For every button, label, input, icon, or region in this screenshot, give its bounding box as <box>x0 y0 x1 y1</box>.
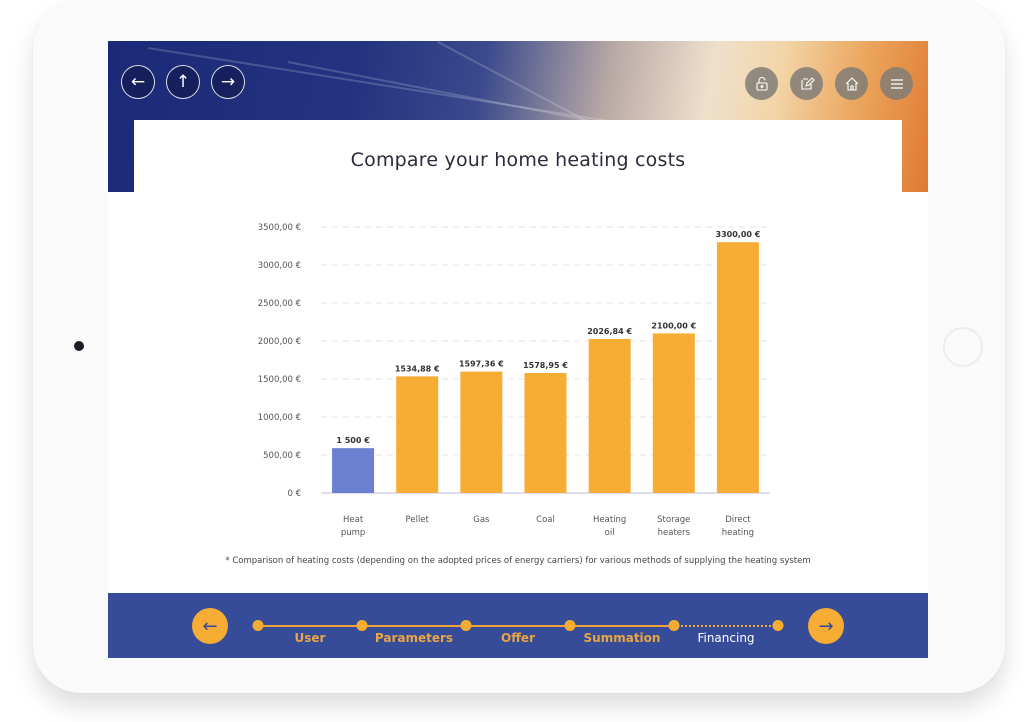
bar <box>396 376 439 493</box>
tablet-home-button <box>943 327 983 367</box>
bar <box>460 371 503 493</box>
home-icon <box>845 76 858 91</box>
bar <box>524 372 567 493</box>
arrow-right-icon: → <box>818 615 834 637</box>
x-tick-label: Heating <box>593 515 626 525</box>
menu-button[interactable] <box>880 67 913 100</box>
bar <box>588 338 631 493</box>
step-dot[interactable] <box>772 620 784 631</box>
edit-button[interactable] <box>790 67 823 100</box>
footer-prev-button[interactable]: ← <box>192 608 228 644</box>
x-tick-label: Coal <box>536 515 555 525</box>
y-tick-label: 2500,00 € <box>258 299 301 309</box>
bar-data-label: 3300,00 € <box>716 230 761 239</box>
step-dot[interactable] <box>460 620 472 631</box>
bar <box>332 448 375 493</box>
bar-data-label: 2100,00 € <box>651 321 696 330</box>
step-user[interactable]: User <box>295 631 326 645</box>
nav-forward-button[interactable]: → <box>211 65 245 99</box>
bar <box>716 242 759 493</box>
bar-data-label: 1578,95 € <box>523 361 568 370</box>
unlock-button[interactable] <box>745 67 778 100</box>
heating-cost-bar-chart: 0 € 500,00 € 1000,00 € 1500,00 € 2000,00 € 25… <box>258 223 770 538</box>
y-tick-label: 1500,00 € <box>258 375 301 385</box>
arrow-up-icon: ↑ <box>175 72 191 92</box>
x-tick-label: Pellet <box>406 515 430 525</box>
step-dot[interactable] <box>252 620 264 631</box>
tablet-camera <box>74 341 84 351</box>
progress-line-remaining <box>674 625 778 627</box>
y-tick-label: 1000,00 € <box>258 413 301 423</box>
arrow-left-icon: ← <box>130 72 146 92</box>
x-tick-label: Heat <box>343 515 364 525</box>
bar-data-label: 1534,88 € <box>395 364 440 373</box>
unlock-icon <box>755 76 768 91</box>
x-tick-label: oil <box>605 528 615 538</box>
step-offer[interactable]: Offer <box>501 631 535 645</box>
y-tick-label: 3000,00 € <box>258 261 301 271</box>
x-tick-label: pump <box>341 528 365 538</box>
x-tick-label: heaters <box>658 528 691 538</box>
y-tick-label: 2000,00 € <box>258 337 301 347</box>
step-dot[interactable] <box>564 620 576 631</box>
bar <box>652 333 695 493</box>
hamburger-menu-icon <box>890 78 903 89</box>
step-dot[interactable] <box>668 620 680 631</box>
step-summation[interactable]: Summation <box>584 631 661 645</box>
step-dot[interactable] <box>356 620 368 631</box>
wizard-footer: ← User Parameters Offer Summation Financing … <box>108 593 928 658</box>
arrow-right-icon: → <box>220 72 236 92</box>
bar-data-label: 1597,36 € <box>459 360 504 369</box>
page-title: Compare your home heating costs <box>350 149 686 171</box>
bar-data-label: 2026,84 € <box>587 327 632 336</box>
x-tick-label: Storage <box>657 515 690 525</box>
x-tick-label: heating <box>722 528 754 538</box>
app-screen: ← ↑ → Compare your home heating costs 0 … <box>108 41 928 658</box>
footer-next-button[interactable]: → <box>808 608 844 644</box>
x-tick-label: Direct <box>725 515 751 525</box>
bar-data-label: 1 500 € <box>336 436 370 445</box>
x-tick-label: Gas <box>473 515 490 525</box>
home-button[interactable] <box>835 67 868 100</box>
nav-back-button[interactable]: ← <box>121 65 155 99</box>
arrow-left-icon: ← <box>202 615 218 637</box>
y-tick-label: 3500,00 € <box>258 223 301 233</box>
step-parameters[interactable]: Parameters <box>375 631 453 645</box>
edit-note-icon <box>800 76 815 90</box>
step-financing[interactable]: Financing <box>697 631 754 645</box>
nav-up-button[interactable]: ↑ <box>166 65 200 99</box>
y-tick-label: 500,00 € <box>263 451 301 461</box>
y-tick-label: 0 € <box>287 489 301 499</box>
chart-footnote: * Comparison of heating costs (depending… <box>225 556 811 566</box>
